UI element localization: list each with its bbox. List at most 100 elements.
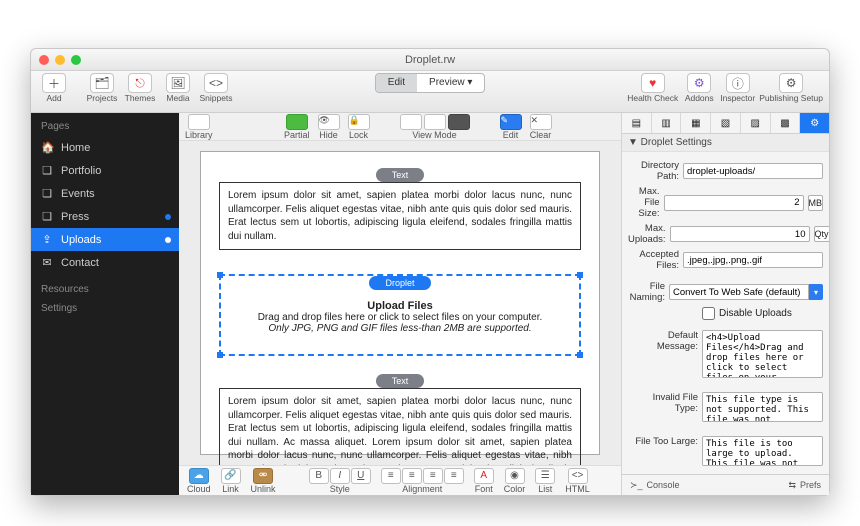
align-right-button[interactable]: ≡ <box>423 468 443 484</box>
sidebar-item-press[interactable]: ❏Press <box>31 205 179 228</box>
text-stack-pill[interactable]: Text <box>376 374 425 388</box>
mode-edit[interactable]: Edit <box>376 74 417 92</box>
gear-icon: ⚙ <box>779 73 803 93</box>
mode-segmented[interactable]: Edit Preview ▾ <box>375 73 486 93</box>
default-message-textarea[interactable] <box>702 330 823 378</box>
bg-icon: ▩ <box>780 118 789 129</box>
max-uploads-input[interactable] <box>670 226 810 242</box>
stack-icon: ❏ <box>41 210 53 223</box>
uploads-unit[interactable]: Qty <box>814 226 830 242</box>
resize-handle[interactable] <box>577 272 583 278</box>
cloud-button[interactable]: ☁ <box>189 468 209 484</box>
inspector-button[interactable]: ⓘInspector <box>720 73 755 103</box>
sidebar-item-home[interactable]: 🏠Home <box>31 136 179 159</box>
stack-icon: ❏ <box>41 187 53 200</box>
file-too-large-textarea[interactable] <box>702 436 823 466</box>
align-justify-button[interactable]: ≡ <box>444 468 464 484</box>
align-center-button[interactable]: ≡ <box>402 468 422 484</box>
projects-button[interactable]: 🗂Projects <box>85 73 119 103</box>
main-toolbar: ＋Add 🗂Projects ⎋Themes 🖼Media <>Snippets… <box>31 71 829 113</box>
file-naming-select[interactable] <box>669 284 809 300</box>
inspector-tab-4[interactable]: ▧ <box>711 113 741 133</box>
add-button[interactable]: ＋Add <box>37 73 71 103</box>
upload-note: Only JPG, PNG and GIF files less-than 2M… <box>231 323 569 334</box>
font-button[interactable]: A <box>474 468 494 484</box>
sidebar-item-events[interactable]: ❏Events <box>31 182 179 205</box>
sidebar-item-contact[interactable]: ✉Contact <box>31 251 179 274</box>
dropdown-icon[interactable]: ▾ <box>809 284 823 300</box>
text-stack-pill[interactable]: Text <box>376 168 425 182</box>
themes-button[interactable]: ⎋Themes <box>123 73 157 103</box>
link-icon: 🔗 <box>224 470 236 481</box>
inspector-tab-active[interactable]: ⚙ <box>800 113 829 133</box>
disable-uploads-checkbox[interactable] <box>702 307 715 320</box>
mode-preview[interactable]: Preview ▾ <box>417 74 484 92</box>
ruler-icon: ▧ <box>721 118 730 129</box>
snippets-icon: <> <box>204 73 228 93</box>
bold-button[interactable]: B <box>309 468 329 484</box>
resize-handle[interactable] <box>577 352 583 358</box>
inspector-tab-1[interactable]: ▤ <box>622 113 652 133</box>
underline-button[interactable]: U <box>351 468 371 484</box>
window-title: Droplet.rw <box>31 54 829 66</box>
edit-button[interactable]: ✎Edit <box>500 114 522 140</box>
lock-button[interactable]: 🔒Lock <box>348 114 370 140</box>
console-icon[interactable]: ≻_ <box>630 480 643 491</box>
resize-handle[interactable] <box>217 352 223 358</box>
italic-button[interactable]: I <box>330 468 350 484</box>
inspector-panel: ▤ ▥ ▦ ▧ ▨ ▩ ⚙ ▼ Droplet Settings Directo… <box>621 113 829 495</box>
unlink-button[interactable]: ⚮ <box>253 468 273 484</box>
heart-icon: ♥ <box>641 73 665 93</box>
text-block-2[interactable]: Lorem ipsum dolor sit amet, sapien plate… <box>219 388 581 465</box>
directory-path-input[interactable] <box>683 163 823 179</box>
media-icon: 🖼 <box>166 73 190 93</box>
html-button[interactable]: <> <box>568 468 588 484</box>
layers-icon: ▦ <box>691 118 700 129</box>
hide-button[interactable]: 👁Hide <box>318 114 340 140</box>
accepted-files-input[interactable] <box>683 252 823 268</box>
pencil-icon: ✎ <box>501 115 509 125</box>
invalid-filetype-textarea[interactable] <box>702 392 823 422</box>
page: Text Lorem ipsum dolor sit amet, sapien … <box>200 151 600 455</box>
viewmode-segmented[interactable]: View Mode <box>400 114 470 140</box>
inspector-tab-6[interactable]: ▩ <box>771 113 801 133</box>
sidebar: Pages 🏠Home ❏Portfolio ❏Events ❏Press ⇪U… <box>31 113 179 495</box>
themes-icon: ⎋ <box>128 73 152 93</box>
inspector-section-header[interactable]: ▼ Droplet Settings <box>622 134 829 152</box>
sidebar-item-uploads[interactable]: ⇪Uploads <box>31 228 179 251</box>
color-button[interactable]: ◉ <box>505 468 525 484</box>
inspector-tab-2[interactable]: ▥ <box>652 113 682 133</box>
partial-button[interactable]: Partial <box>284 114 310 140</box>
max-filesize-input[interactable] <box>664 195 804 211</box>
snippets-button[interactable]: <>Snippets <box>199 73 233 103</box>
align-left-button[interactable]: ≡ <box>381 468 401 484</box>
sidebar-resources-header[interactable]: Resources <box>31 280 179 299</box>
clear-button[interactable]: ✕Clear <box>530 114 552 140</box>
sidebar-settings-header[interactable]: Settings <box>31 299 179 318</box>
resize-handle[interactable] <box>217 272 223 278</box>
inspector-tab-5[interactable]: ▨ <box>741 113 771 133</box>
filesize-unit[interactable]: MB <box>808 195 824 211</box>
color-icon: ◉ <box>510 470 519 481</box>
sidebar-item-portfolio[interactable]: ❏Portfolio <box>31 159 179 182</box>
addons-button[interactable]: ⚙Addons <box>682 73 716 103</box>
link-button[interactable]: 🔗 <box>221 468 241 484</box>
projects-icon: 🗂 <box>90 73 114 93</box>
healthcheck-button[interactable]: ♥Health Check <box>627 73 678 103</box>
lock-icon: 🔒 <box>349 115 360 125</box>
droplet-stack-pill[interactable]: Droplet <box>369 276 430 290</box>
page-icon: ▤ <box>632 118 641 129</box>
publishing-button[interactable]: ⚙Publishing Setup <box>759 73 823 103</box>
inspector-tab-3[interactable]: ▦ <box>681 113 711 133</box>
canvas[interactable]: Text Lorem ipsum dolor sit amet, sapien … <box>179 141 621 465</box>
info-icon: ⓘ <box>726 73 750 93</box>
list-button[interactable]: ☰ <box>535 468 555 484</box>
upload-heading: Upload Files <box>231 300 569 312</box>
text-block-1[interactable]: Lorem ipsum dolor sit amet, sapien plate… <box>219 182 581 250</box>
sliders-icon[interactable]: ⇆ <box>788 480 796 491</box>
library-button[interactable]: Library <box>185 114 213 140</box>
media-button[interactable]: 🖼Media <box>161 73 195 103</box>
app-window: Droplet.rw ＋Add 🗂Projects ⎋Themes 🖼Media… <box>30 48 830 496</box>
unlink-icon: ⚮ <box>259 470 267 481</box>
frame-icon: ▥ <box>661 118 670 129</box>
